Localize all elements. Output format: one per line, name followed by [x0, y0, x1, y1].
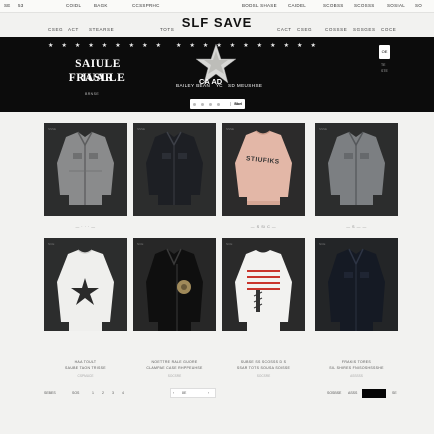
- product-card-striped-sweater[interactable]: NCE: [222, 238, 305, 331]
- product-caption: — · · · —: [75, 225, 96, 229]
- page-link-2[interactable]: 2: [102, 391, 104, 395]
- dark-jacket-image: [146, 131, 203, 205]
- topbar-item-1[interactable]: COIDL: [66, 3, 81, 8]
- product-caption: — S Si C —: [250, 225, 277, 229]
- hero-star-emblem: [195, 43, 237, 84]
- hero-center-title: CA AD: [199, 77, 223, 86]
- product-card-white-star-sweater[interactable]: NCE: [44, 238, 127, 331]
- topbar-item-6[interactable]: SCOBSS: [323, 3, 344, 8]
- product-subtitle: SAUBE TAON TRISSE: [65, 366, 106, 370]
- product-title[interactable]: FRAKIS TORES: [315, 360, 398, 365]
- nav-item-9[interactable]: COCE: [381, 27, 396, 32]
- nav-item-1[interactable]: CSEG: [48, 27, 63, 32]
- footer-right-4[interactable]: SE: [392, 391, 397, 395]
- pager-current: 8E: [182, 391, 187, 395]
- product-subtitle: SIL SHIRES FNISOSHSSSHE: [329, 366, 384, 370]
- product-price: CSPMUCE: [77, 374, 94, 378]
- topbar-item-3[interactable]: CCSSPRHC: [132, 3, 160, 8]
- page-link-1[interactable]: 1: [92, 391, 94, 395]
- product-price: SOCSRE: [167, 374, 182, 378]
- topbar-item-2[interactable]: BAGK: [94, 3, 108, 8]
- topbar-left-2[interactable]: 53: [18, 3, 24, 8]
- dark-denim-jacket-image: [328, 248, 385, 331]
- product-price: SOCSRE: [256, 374, 271, 378]
- page-link-3[interactable]: 3: [112, 391, 114, 395]
- product-title[interactable]: SUBSE SS SCOSSS D S: [222, 360, 305, 365]
- footer-right-2[interactable]: ASSS: [348, 391, 357, 395]
- product-title[interactable]: HAA TOULT: [44, 360, 127, 365]
- topbar-item-4[interactable]: BODSL SHASE: [242, 3, 277, 8]
- nav-item-5[interactable]: CACT: [277, 27, 292, 32]
- product-card-leather-jacket[interactable]: NCE: [133, 238, 216, 331]
- footer-left-1[interactable]: SEBES: [44, 391, 56, 395]
- top-utility-bar: SE 53 COIDL BAGK CCSSPRHC BODSL SHASE CA…: [0, 0, 434, 13]
- striped-sweater-image: [235, 250, 292, 331]
- white-star-sweater-image: [57, 249, 114, 331]
- product-subtitle: CLAMPAE CASE RHPPEUHSE: [146, 366, 203, 370]
- page-link-4[interactable]: 4: [122, 391, 124, 395]
- nav-item-7[interactable]: COSSSE: [325, 27, 347, 32]
- nav-item-4[interactable]: TOTS: [160, 27, 174, 32]
- product-card-pink-sweater[interactable]: SSSE STIUFIKS: [222, 123, 305, 216]
- footer-right-1[interactable]: SOSBSE: [327, 391, 341, 395]
- pager-next-button[interactable]: ›: [208, 391, 209, 395]
- topbar-item-5[interactable]: CAIDEL: [288, 3, 306, 8]
- product-card-denim-jacket-2[interactable]: SSSE: [315, 123, 398, 216]
- nav-item-6[interactable]: CSEG: [297, 27, 312, 32]
- nav-item-2[interactable]: ACT: [68, 27, 79, 32]
- footer-action-button[interactable]: [362, 389, 386, 398]
- topbar-item-9[interactable]: SO: [415, 3, 422, 8]
- topbar-left-1[interactable]: SE: [4, 3, 11, 8]
- product-caption: — S — —: [346, 225, 367, 229]
- product-title[interactable]: NOETTRE RALE GUORE: [133, 360, 216, 365]
- product-subtitle: SSAR TOTS SOUSA SOISSE: [236, 366, 291, 370]
- denim-jacket-2-image: [328, 131, 385, 205]
- denim-jacket-image: [57, 131, 114, 205]
- product-card-denim-jacket[interactable]: SSSE: [44, 123, 127, 216]
- pink-sweater-image: [235, 130, 292, 205]
- topbar-item-7[interactable]: SCOSSS: [354, 3, 375, 8]
- nav-item-3[interactable]: STEARSE: [89, 27, 114, 32]
- footer-left-2[interactable]: SOS: [72, 391, 79, 395]
- pager-prev-button[interactable]: ‹: [173, 391, 174, 395]
- hero-banner: ★ ★ ★ ★ ★ ★ ★ ★ ★ ★ ★ ★ ★ ★ ★ ★ ★ ★ ★ ★ …: [0, 37, 434, 112]
- nav-item-8[interactable]: SGSGES: [353, 27, 376, 32]
- product-card-dark-jacket[interactable]: SSSE: [133, 123, 216, 216]
- product-price: ASSSSS: [350, 374, 363, 378]
- product-card-dark-denim-jacket[interactable]: NCE: [315, 238, 398, 331]
- leather-jacket-image: [146, 248, 203, 331]
- topbar-item-8[interactable]: SOSIAL: [387, 3, 405, 8]
